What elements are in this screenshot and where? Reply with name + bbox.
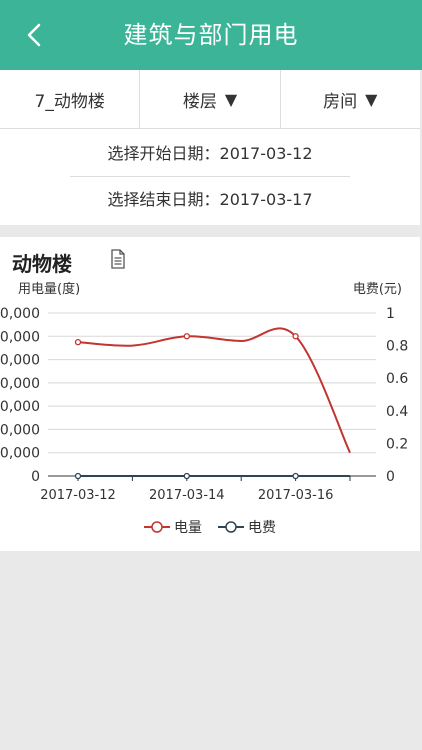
- y-tick-label: 60,000: [0, 399, 40, 415]
- y2-axis-title: 电费(元): [353, 282, 402, 297]
- room-select-label: 房间: [323, 91, 358, 112]
- series-line-0: [77, 327, 351, 454]
- end-date-picker[interactable]: 选择结束日期：2017-03-17: [0, 177, 420, 223]
- y2-tick-label: 0.6: [386, 371, 408, 387]
- floor-select-label: 楼层: [182, 91, 217, 112]
- legend-item-electricity[interactable]: 电量: [144, 517, 202, 537]
- start-date-label: 选择开始日期：: [107, 144, 220, 163]
- y2-tick-label: 0.2: [386, 436, 408, 452]
- date-range-panel: 选择开始日期：2017-03-12 选择结束日期：2017-03-17: [0, 129, 420, 225]
- filter-bar: 7_动物楼 楼层 ▼ 房间 ▼: [0, 70, 420, 129]
- floor-dropdown-icon: ▼: [224, 89, 238, 109]
- page-title: 建筑与部门用电: [123, 21, 299, 49]
- start-date-picker[interactable]: 选择开始日期：2017-03-12: [0, 131, 420, 177]
- end-date-value: 2017-03-17: [219, 190, 313, 209]
- chart-legend: 电量 电费: [0, 517, 420, 537]
- x-tick-label: 2017-03-12: [40, 488, 116, 503]
- y2-tick-label: 0.4: [386, 404, 408, 420]
- chart-card: 20,000 40,000 60,000 80,000 100,000 120,000 14…: [0, 237, 420, 551]
- floor-select[interactable]: 楼层 ▼: [140, 70, 281, 128]
- x-tick-label: 2017-03-16: [258, 488, 334, 503]
- y-axis-title: 用电量(度): [18, 281, 80, 297]
- building-select[interactable]: 7_动物楼: [0, 70, 141, 128]
- start-date-value: 2017-03-12: [219, 144, 313, 163]
- end-date-label: 选择结束日期：: [107, 190, 220, 209]
- room-select[interactable]: 房间 ▼: [281, 70, 420, 128]
- y2-tick-label: 0.8: [386, 339, 408, 355]
- legend-label-fee: 电费: [248, 520, 276, 536]
- legend-item-fee[interactable]: 电费: [218, 517, 276, 537]
- y-tick-label: 100,000: [0, 353, 40, 369]
- series-point-1: [183, 472, 190, 480]
- y-tick-label: 20,000: [0, 446, 40, 462]
- y-tick-label: 140,000: [0, 306, 40, 322]
- series-point-1: [292, 472, 299, 480]
- y2-tick-label: 0: [386, 469, 395, 485]
- y-tick-label: 40,000: [0, 422, 40, 438]
- y-tick-label-zero: 0: [31, 469, 40, 485]
- chart-title: 动物楼: [12, 252, 72, 276]
- legend-label-electricity: 电量: [174, 520, 202, 536]
- y-tick-label: 120,000: [0, 329, 40, 345]
- app-header: 建筑与部门用电: [0, 0, 422, 70]
- y-tick-label: 80,000: [0, 376, 40, 392]
- y2-tick-label: 1: [386, 306, 395, 322]
- document-icon[interactable]: [110, 249, 126, 269]
- electricity-legend-marker: [144, 521, 170, 533]
- fee-legend-marker: [218, 521, 244, 533]
- room-dropdown-icon: ▼: [365, 89, 378, 109]
- line-chart: 20,000 40,000 60,000 80,000 100,000 120,000 14…: [0, 281, 408, 503]
- building-select-label: 7_动物楼: [34, 91, 105, 112]
- x-tick-label: 2017-03-14: [149, 488, 225, 503]
- series-point-1: [74, 472, 82, 480]
- series-point-0: [74, 338, 82, 346]
- series-point-0: [292, 333, 299, 340]
- series-point-0: [183, 333, 190, 340]
